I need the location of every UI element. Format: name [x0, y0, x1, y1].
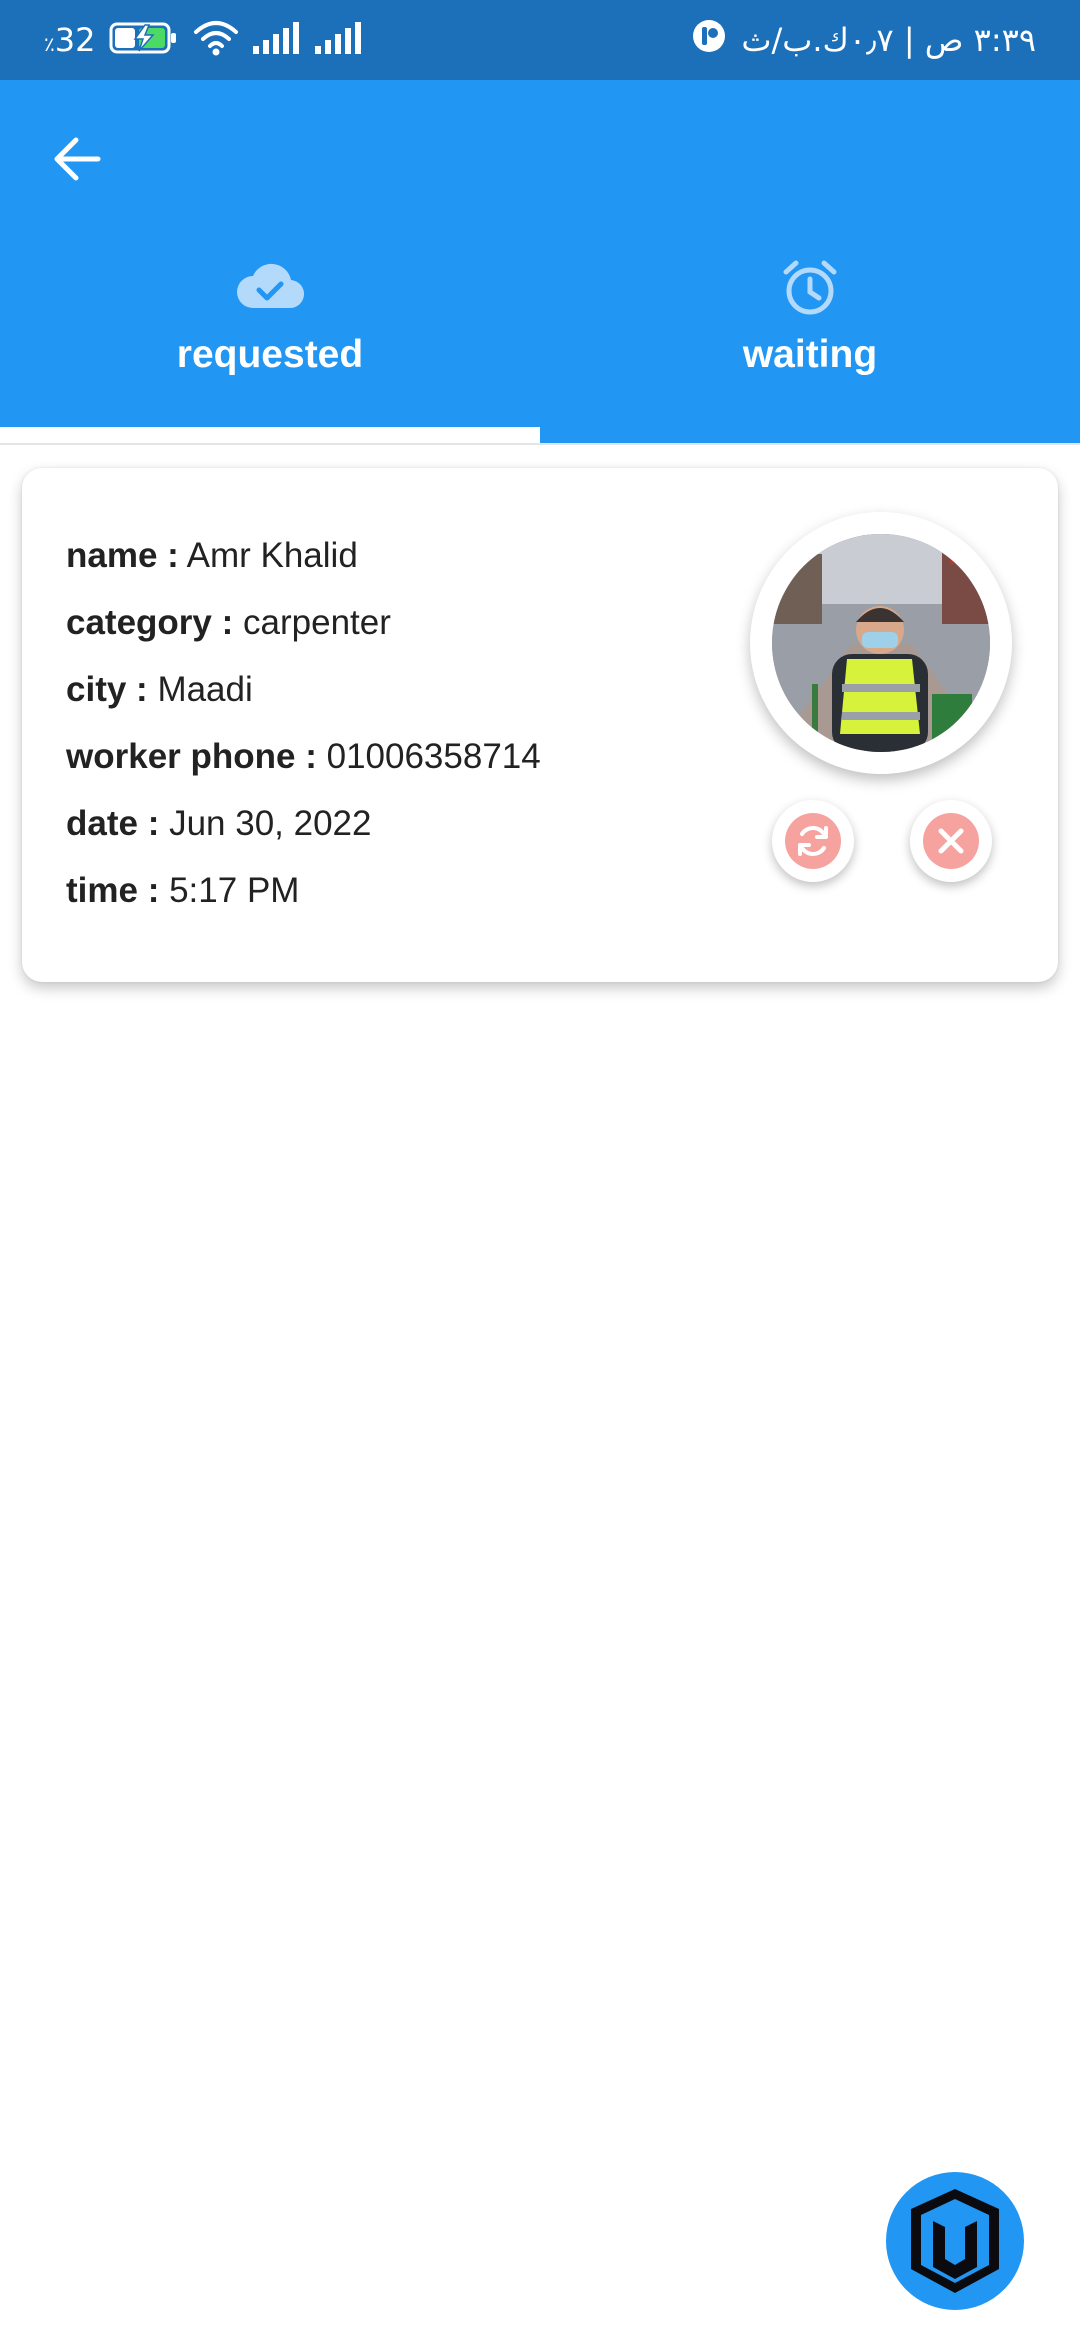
- worker-avatar: [772, 534, 990, 752]
- city-value: Maadi: [157, 670, 253, 709]
- cancel-request-button[interactable]: [910, 800, 992, 882]
- name-label: name :: [66, 536, 179, 575]
- tab-indicator: [0, 427, 540, 443]
- back-button[interactable]: [40, 122, 114, 196]
- time-label: time :: [66, 871, 160, 910]
- close-icon: [938, 828, 964, 854]
- app-bar: requested waiting: [0, 80, 1080, 445]
- signal-icon-2: [315, 21, 363, 59]
- refresh-button[interactable]: [772, 800, 854, 882]
- date-row: date : Jun 30, 2022: [66, 804, 372, 844]
- battery-charging-icon: [109, 21, 179, 60]
- phone-row: worker phone : 01006358714: [66, 737, 541, 777]
- time-value: 5:17 PM: [169, 871, 300, 910]
- city-label: city :: [66, 670, 148, 709]
- request-card[interactable]: name : Amr Khalid category : carpenter c…: [22, 468, 1058, 982]
- app-logo-button[interactable]: [886, 2172, 1024, 2310]
- name-row: name : Amr Khalid: [66, 536, 358, 576]
- category-value: carpenter: [243, 603, 391, 642]
- battery-percent: ٪32: [44, 21, 95, 59]
- tab-requested-label: requested: [176, 333, 364, 376]
- percent-sign: ٪: [44, 32, 55, 56]
- tab-waiting[interactable]: waiting: [540, 250, 1080, 415]
- time-row: time : 5:17 PM: [66, 871, 299, 911]
- phone-value: 01006358714: [326, 737, 541, 776]
- refresh-icon: [798, 826, 828, 856]
- wifi-icon: [193, 20, 239, 61]
- city-row: city : Maadi: [66, 670, 253, 710]
- tab-divider: [0, 443, 1080, 445]
- tab-waiting-label: waiting: [742, 333, 878, 376]
- date-label: date :: [66, 804, 160, 843]
- signal-icon: [253, 21, 301, 59]
- status-bar: ٪32 ٣:٣٩ ص | ٠٫٧ك.ب/ث: [0, 0, 1080, 80]
- cloud-check-icon: [235, 258, 305, 317]
- worker-avatar-frame[interactable]: [750, 512, 1012, 774]
- category-label: category :: [66, 603, 234, 642]
- phone-label: worker phone :: [66, 737, 317, 776]
- battery-level: 32: [54, 21, 96, 59]
- tab-requested[interactable]: requested: [0, 250, 540, 415]
- app-logo-icon: [911, 2189, 999, 2293]
- notification-app-icon: [691, 18, 727, 62]
- name-value: Amr Khalid: [186, 536, 358, 575]
- alarm-clock-icon: [780, 258, 840, 323]
- arrow-back-icon: [54, 137, 101, 181]
- category-row: category : carpenter: [66, 603, 391, 643]
- date-value: Jun 30, 2022: [169, 804, 372, 843]
- status-clock: ٣:٣٩ ص | ٠٫٧ك.ب/ث: [741, 21, 1036, 59]
